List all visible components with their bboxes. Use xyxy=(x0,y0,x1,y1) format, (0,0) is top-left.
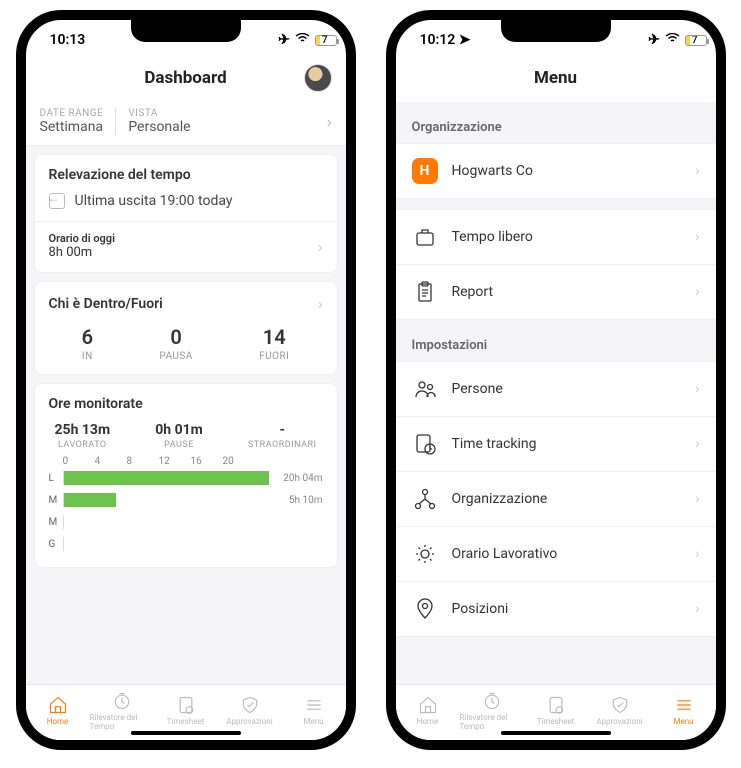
battery-pct: 7 xyxy=(322,35,328,46)
filter-bar[interactable]: DATE RANGE Settimana VISTA Personale › xyxy=(26,102,346,146)
wifi-icon xyxy=(665,32,680,48)
menu-header: Menu xyxy=(396,54,716,102)
who-pause: 0 PAUSA xyxy=(159,325,193,362)
page-title: Menu xyxy=(534,68,577,88)
menu-item-positions[interactable]: Posizioni › xyxy=(396,582,716,637)
card-title: Relevazione del tempo xyxy=(49,167,323,183)
people-icon xyxy=(412,376,438,402)
tab-approvals[interactable]: Approvazioni xyxy=(588,695,652,726)
timetracking-icon xyxy=(412,431,438,457)
menu-item-organization[interactable]: Organizzazione › xyxy=(396,472,716,527)
chevron-right-icon: › xyxy=(695,381,699,397)
tab-time-tracker[interactable]: Rilevatore del Tempo xyxy=(460,691,524,731)
chart-row: M5h 10m xyxy=(49,489,323,511)
wifi-icon xyxy=(295,32,310,48)
today-label: Orario di oggi xyxy=(49,232,115,245)
menu-item-label: Time tracking xyxy=(452,436,537,452)
filter-date-range[interactable]: DATE RANGE Settimana xyxy=(40,108,116,135)
tab-time-tracker[interactable]: Rilevatore del Tempo xyxy=(90,691,154,731)
chevron-right-icon: › xyxy=(327,112,332,131)
home-indicator[interactable] xyxy=(131,731,241,735)
phone-dashboard: 10:13 ✈︎ 7 Dashboard DATE RANGE Settiman… xyxy=(16,10,356,750)
home-indicator[interactable] xyxy=(501,731,611,735)
tab-timesheet[interactable]: Timesheet xyxy=(154,695,218,726)
status-time: 10:12 ➤ xyxy=(420,32,471,48)
suitcase-icon xyxy=(412,224,438,250)
dashboard-header: Dashboard xyxy=(26,54,346,102)
stat-overtime: - STRAORDINARI xyxy=(248,422,317,450)
last-exit-row[interactable]: Ultima uscita 19:00 today xyxy=(49,193,323,209)
chevron-right-icon: › xyxy=(318,294,323,313)
card-time-tracking: Relevazione del tempo Ultima uscita 19:0… xyxy=(34,154,338,273)
menu-item-label: Tempo libero xyxy=(452,229,533,245)
today-value: 8h 00m xyxy=(49,245,115,260)
battery-icon xyxy=(685,35,707,46)
sun-icon xyxy=(412,541,438,567)
menu-item-label: Report xyxy=(452,284,494,300)
today-hours-row[interactable]: Orario di oggi 8h 00m › xyxy=(49,222,323,260)
menu-item-report[interactable]: Report › xyxy=(396,265,716,320)
hours-bar-chart: 048121620 L20h 04mM5h 10mMG xyxy=(49,456,323,555)
chevron-right-icon: › xyxy=(318,237,323,256)
clipboard-icon xyxy=(412,279,438,305)
last-exit-text: Ultima uscita 19:00 today xyxy=(75,193,233,209)
avatar[interactable] xyxy=(304,64,332,92)
location-pin-icon xyxy=(412,596,438,622)
chevron-right-icon: › xyxy=(695,436,699,452)
menu-item-label: Posizioni xyxy=(452,601,509,617)
tab-home[interactable]: Home xyxy=(26,695,90,726)
tab-menu[interactable]: Menu xyxy=(282,695,346,726)
menu-item-org[interactable]: H Hogwarts Co › xyxy=(396,144,716,199)
card-hours-monitored: Ore monitorate 25h 13m LAVORATO 0h 01m P… xyxy=(34,383,338,568)
card-title: Chi è Dentro/Fuori xyxy=(49,296,163,312)
chevron-right-icon: › xyxy=(695,601,699,617)
menu-item-people[interactable]: Persone › xyxy=(396,362,716,417)
menu-item-time-tracking[interactable]: Time tracking › xyxy=(396,417,716,472)
chart-row: M xyxy=(49,511,323,533)
tab-timesheet[interactable]: Timesheet xyxy=(524,695,588,726)
section-settings: Impostazioni xyxy=(396,320,716,361)
tab-approvals[interactable]: Approvazioni xyxy=(218,695,282,726)
org-avatar-icon: H xyxy=(412,158,438,184)
chevron-right-icon: › xyxy=(695,491,699,507)
tab-menu[interactable]: Menu xyxy=(652,695,716,726)
menu-item-label: Hogwarts Co xyxy=(452,163,533,179)
chevron-right-icon: › xyxy=(695,163,699,179)
section-organization: Organizzazione xyxy=(396,102,716,143)
menu-item-schedule[interactable]: Orario Lavorativo › xyxy=(396,527,716,582)
chart-row: L20h 04m xyxy=(49,467,323,489)
exit-icon xyxy=(49,193,65,209)
menu-item-label: Persone xyxy=(452,381,503,397)
status-time: 10:13 xyxy=(50,32,86,48)
chevron-right-icon: › xyxy=(695,284,699,300)
card-title: Ore monitorate xyxy=(49,396,323,412)
who-in: 6 IN xyxy=(82,325,93,362)
notch xyxy=(501,20,611,42)
location-icon: ➤ xyxy=(459,32,471,48)
page-title: Dashboard xyxy=(144,68,226,88)
card-who-in-out[interactable]: Chi è Dentro/Fuori › 6 IN 0 PAUSA 14 FUO… xyxy=(34,281,338,375)
stat-pause: 0h 01m PAUSE xyxy=(155,422,203,450)
menu-item-label: Organizzazione xyxy=(452,491,548,507)
org-tree-icon xyxy=(412,486,438,512)
menu-item-timeoff[interactable]: Tempo libero › xyxy=(396,210,716,265)
tab-home[interactable]: Home xyxy=(396,695,460,726)
phone-menu: 10:12 ➤ ✈︎ 7 Menu Organizzazione H Hogwa… xyxy=(386,10,726,750)
filter-view[interactable]: VISTA Personale xyxy=(115,108,202,135)
notch xyxy=(131,20,241,42)
chevron-right-icon: › xyxy=(695,229,699,245)
airplane-icon: ✈︎ xyxy=(648,32,660,48)
menu-item-label: Orario Lavorativo xyxy=(452,546,558,562)
airplane-icon: ✈︎ xyxy=(278,32,290,48)
chevron-right-icon: › xyxy=(695,546,699,562)
stat-worked: 25h 13m LAVORATO xyxy=(55,422,111,450)
chart-row: G xyxy=(49,533,323,555)
who-out: 14 FUORI xyxy=(259,325,289,362)
